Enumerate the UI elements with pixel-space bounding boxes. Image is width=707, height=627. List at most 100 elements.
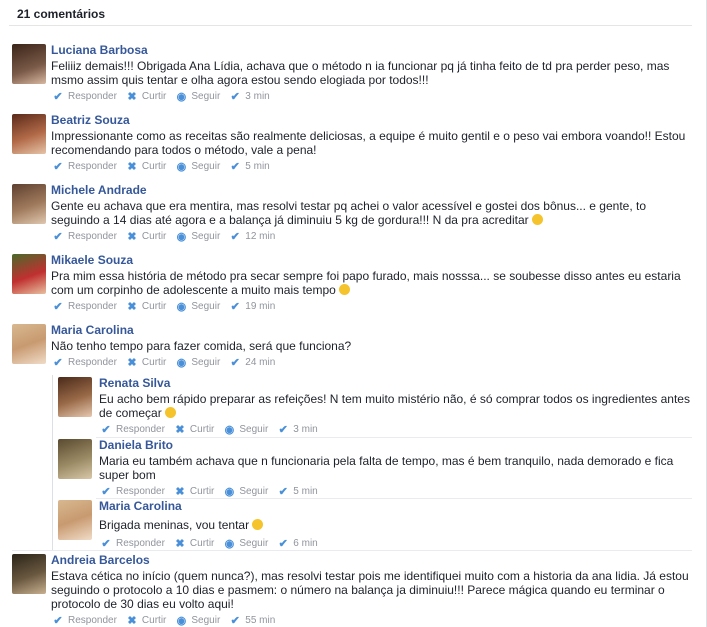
avatar[interactable] [58, 377, 92, 417]
comment-author[interactable]: Maria Carolina [51, 323, 691, 338]
comment-time[interactable]: 24 min [245, 357, 275, 368]
comment-text: Feliiiz demais!!! Obrigada Ana Lídia, ac… [51, 59, 670, 87]
target-icon: ◉ [176, 160, 187, 173]
like-button[interactable]: Curtir [142, 91, 166, 102]
close-icon: ✖ [175, 537, 185, 550]
reply-button[interactable]: Responder [116, 486, 165, 497]
comments-panel: 21 comentários Luciana Barbosa Feliiiz d… [0, 0, 707, 627]
comment-text: Estava cética no início (quem nunca?), m… [51, 569, 689, 611]
target-icon: ◉ [224, 537, 235, 550]
reply-author[interactable]: Renata Silva [99, 376, 691, 391]
reply-text: Brigada meninas, vou tentar [99, 518, 691, 532]
header-divider [9, 25, 692, 26]
follow-button[interactable]: Seguir [191, 615, 220, 626]
avatar[interactable] [12, 184, 46, 224]
avatar[interactable] [12, 254, 46, 294]
check-icon: ✔ [53, 356, 63, 369]
comment-text: Gente eu achava que era mentira, mas res… [51, 199, 647, 227]
check-icon: ✔ [278, 423, 288, 436]
reply-text: Maria eu também achava que n funcionaria… [99, 454, 674, 482]
comment-text: Impressionante como as receitas são real… [51, 129, 686, 157]
reply-author[interactable]: Maria Carolina [99, 499, 691, 514]
reply-button[interactable]: Responder [116, 424, 165, 435]
check-icon: ✔ [230, 230, 240, 243]
comment-author[interactable]: Luciana Barbosa [51, 43, 691, 58]
check-icon: ✔ [53, 90, 63, 103]
comment-author[interactable]: Beatriz Souza [51, 113, 691, 128]
follow-button[interactable]: Seguir [239, 538, 268, 549]
target-icon: ◉ [176, 230, 187, 243]
check-icon: ✔ [230, 90, 240, 103]
reply-button[interactable]: Responder [68, 615, 117, 626]
scream-emoji-icon [532, 214, 543, 225]
follow-button[interactable]: Seguir [191, 301, 220, 312]
avatar[interactable] [58, 500, 92, 540]
avatar[interactable] [12, 114, 46, 154]
follow-button[interactable]: Seguir [239, 424, 268, 435]
check-icon: ✔ [101, 423, 111, 436]
comment-author[interactable]: Andreia Barcelos [51, 553, 691, 568]
comment-time[interactable]: 12 min [245, 231, 275, 242]
reply-button[interactable]: Responder [68, 301, 117, 312]
like-button[interactable]: Curtir [190, 424, 214, 435]
avatar[interactable] [12, 554, 46, 594]
like-button[interactable]: Curtir [142, 615, 166, 626]
like-button[interactable]: Curtir [190, 486, 214, 497]
comment-author[interactable]: Mikaele Souza [51, 253, 691, 268]
reply-actions: ✔ Responder ✖ Curtir ◉ Seguir ✔ 3 min [99, 422, 691, 436]
check-icon: ✔ [278, 537, 288, 550]
comment-time[interactable]: 19 min [245, 301, 275, 312]
laughing-emoji-icon [339, 284, 351, 295]
target-icon: ◉ [176, 90, 187, 103]
target-icon: ◉ [224, 485, 235, 498]
comment-text: Pra mim essa história de método pra seca… [51, 269, 681, 297]
check-icon: ✔ [230, 356, 240, 369]
target-icon: ◉ [176, 356, 187, 369]
comment-author[interactable]: Michele Andrade [51, 183, 691, 198]
reply-button[interactable]: Responder [68, 161, 117, 172]
reply-button[interactable]: Responder [68, 231, 117, 242]
check-icon: ✔ [53, 614, 63, 627]
check-icon: ✔ [101, 537, 111, 550]
close-icon: ✖ [127, 614, 137, 627]
reply-actions: ✔ Responder ✖ Curtir ◉ Seguir ✔ 6 min [99, 536, 691, 550]
close-icon: ✖ [127, 90, 137, 103]
like-button[interactable]: Curtir [142, 231, 166, 242]
like-button[interactable]: Curtir [190, 538, 214, 549]
comment-actions: ✔ Responder ✖ Curtir ◉ Seguir ✔ 3 min [51, 89, 691, 103]
follow-button[interactable]: Seguir [191, 161, 220, 172]
comment-time[interactable]: 55 min [245, 615, 275, 626]
wink-emoji-icon [165, 407, 177, 418]
comment-actions: ✔ Responder ✖ Curtir ◉ Seguir ✔ 55 min [51, 613, 691, 627]
follow-button[interactable]: Seguir [191, 231, 220, 242]
avatar[interactable] [12, 324, 46, 364]
check-icon: ✔ [278, 485, 288, 498]
comment-divider [12, 550, 692, 551]
comment-actions: ✔ Responder ✖ Curtir ◉ Seguir ✔ 24 min [51, 355, 691, 369]
close-icon: ✖ [127, 356, 137, 369]
check-icon: ✔ [230, 160, 240, 173]
follow-button[interactable]: Seguir [191, 357, 220, 368]
reply-author[interactable]: Daniela Brito [99, 438, 691, 453]
reply-time[interactable]: 5 min [293, 486, 317, 497]
reply-button[interactable]: Responder [116, 538, 165, 549]
replies-thread-line [52, 375, 53, 550]
reply-button[interactable]: Responder [68, 91, 117, 102]
like-button[interactable]: Curtir [142, 161, 166, 172]
reply-button[interactable]: Responder [68, 357, 117, 368]
follow-button[interactable]: Seguir [239, 486, 268, 497]
like-button[interactable]: Curtir [142, 357, 166, 368]
close-icon: ✖ [127, 230, 137, 243]
check-icon: ✔ [230, 300, 240, 313]
reply-time[interactable]: 3 min [293, 424, 317, 435]
follow-button[interactable]: Seguir [191, 91, 220, 102]
target-icon: ◉ [176, 614, 187, 627]
avatar[interactable] [58, 439, 92, 479]
reply-time[interactable]: 6 min [293, 538, 317, 549]
like-button[interactable]: Curtir [142, 301, 166, 312]
comment-actions: ✔ Responder ✖ Curtir ◉ Seguir ✔ 12 min [51, 229, 691, 243]
avatar[interactable] [12, 44, 46, 84]
reply-text: Eu acho bem rápido preparar as refeições… [99, 392, 690, 420]
comment-time[interactable]: 3 min [245, 91, 269, 102]
comment-time[interactable]: 5 min [245, 161, 269, 172]
